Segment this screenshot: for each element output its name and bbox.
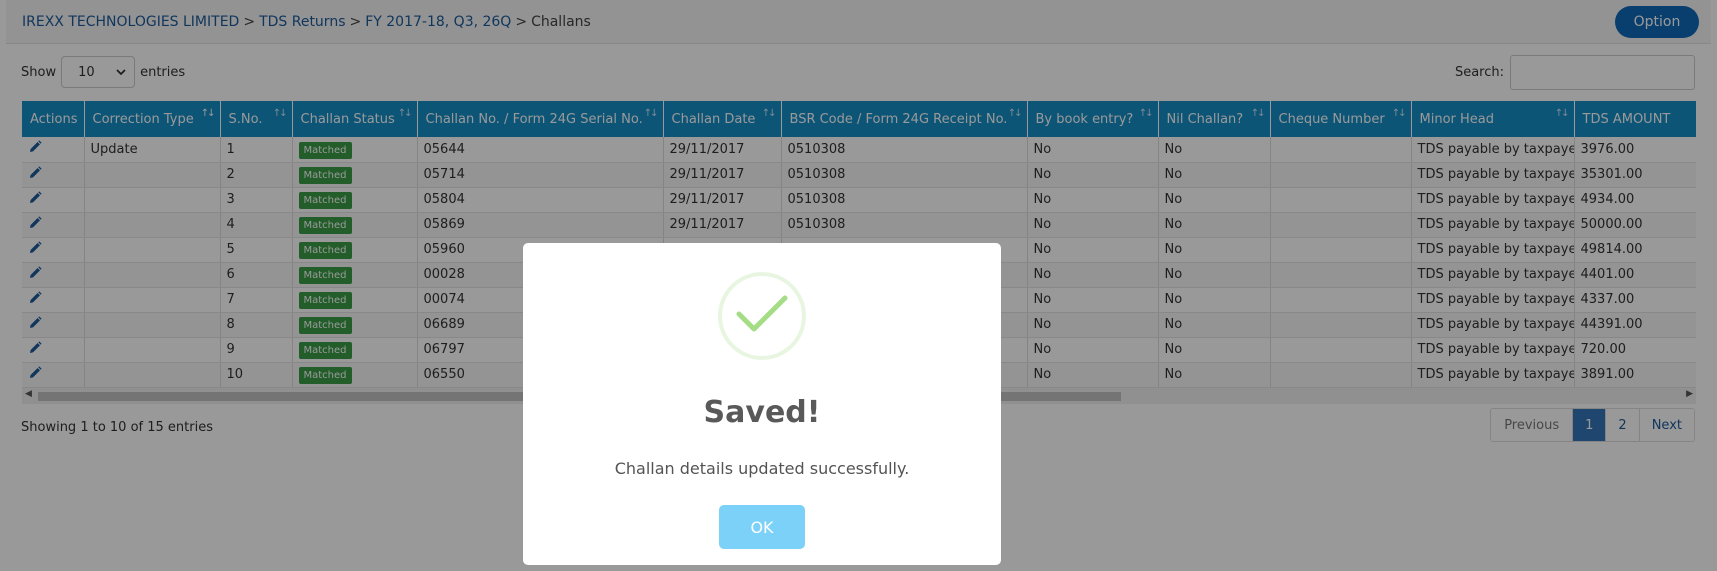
- success-modal: Saved! Challan details updated successfu…: [523, 243, 1001, 565]
- ok-button[interactable]: OK: [719, 505, 805, 549]
- modal-message: Challan details updated successfully.: [614, 459, 910, 478]
- modal-title: Saved!: [703, 395, 821, 430]
- success-check-icon: [718, 272, 806, 360]
